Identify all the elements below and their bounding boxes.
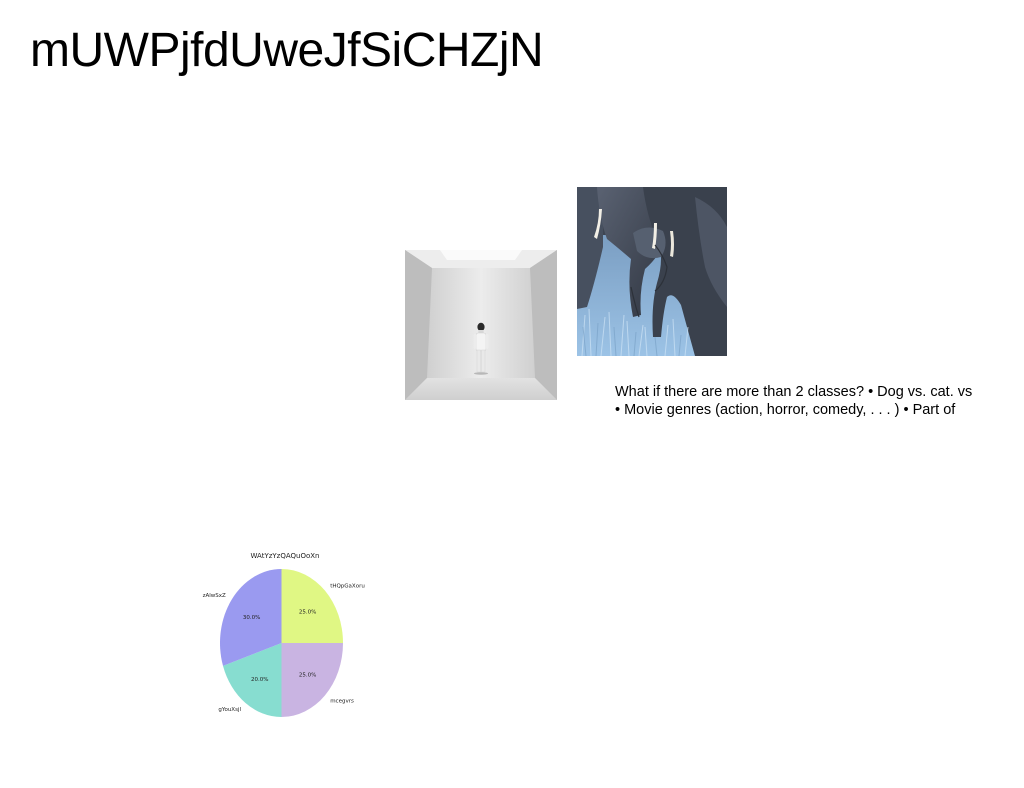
pie-slice-label: tHQpGaXoru [330,583,365,589]
pie-slice-percent: 30.0% [243,615,260,621]
pie-slice-percent: 25.0% [299,672,316,678]
pie-slice-label: mcegvrs [330,699,354,705]
white-room-person-photo [405,250,557,400]
pie-slice-label: gYouXsjl [218,707,241,713]
pie-slice-percent: 25.0% [299,610,316,616]
slide-caption: What if there are more than 2 classes? •… [615,383,1015,419]
caption-line: What if there are more than 2 classes? •… [615,384,973,400]
pie-slice-label: zAlwSxZ [203,593,226,599]
pie-slice-percent: 20.0% [251,677,268,683]
caption-line: • Movie genres (action, horror, comedy, … [615,402,956,418]
pie-slice [281,643,343,717]
pie-slice [281,569,343,643]
elephants-photo [577,187,727,356]
slide-title: mUWPjfdUweJfSiCHZjN [30,24,544,77]
chart-title: WAtYzYzQAQuOoXn [251,552,320,560]
pie-chart: WAtYzYzQAQuOoXn 25.0% tHQpGaXoru 25.0% mceg… [196,545,372,725]
